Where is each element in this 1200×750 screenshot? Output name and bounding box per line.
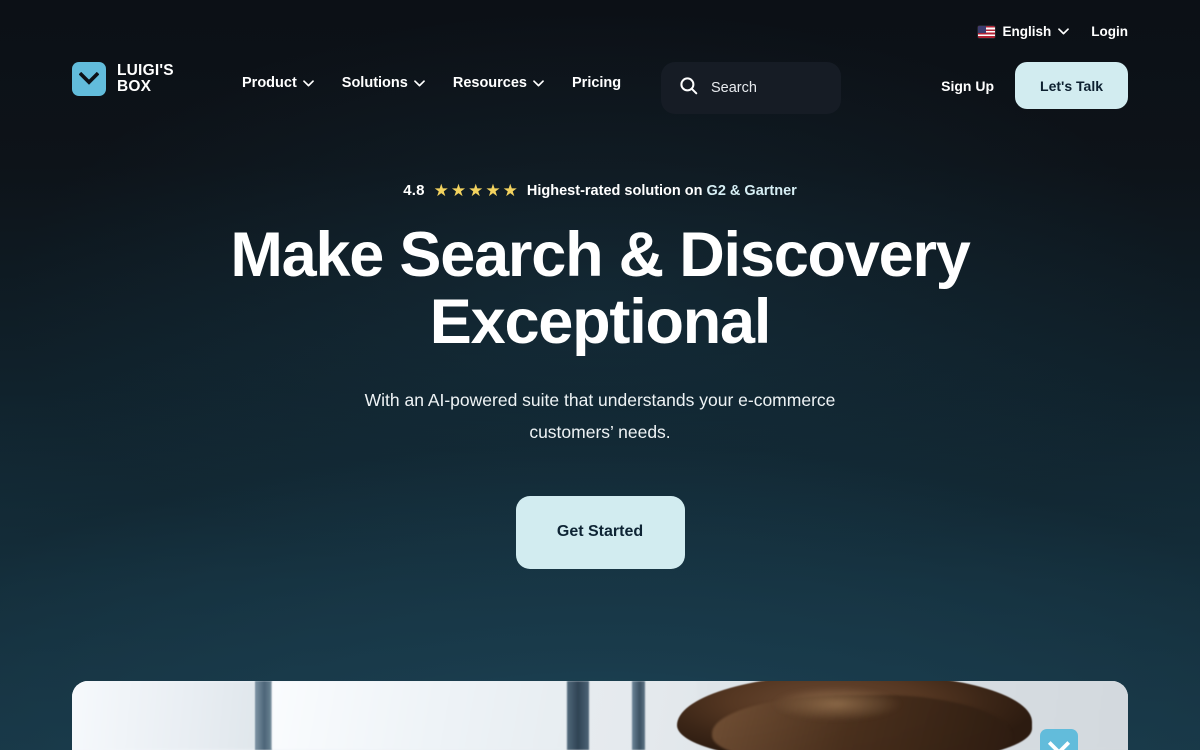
photo-window-left — [72, 681, 262, 750]
chevron-down-icon — [533, 79, 544, 87]
sign-up-link[interactable]: Sign Up — [937, 78, 998, 94]
rating-caption-prefix: Highest-rated solution on — [526, 182, 703, 199]
rating-score: 4.8 — [403, 182, 425, 199]
nav-item-solutions[interactable]: Solutions — [342, 75, 425, 91]
nav-item-product[interactable]: Product — [242, 75, 314, 91]
hero-photo — [72, 681, 1128, 750]
star-filled-icon: ★ — [485, 181, 501, 200]
brand-wordmark: LUIGI'S BOX — [117, 63, 174, 95]
hero-subheadline: With an AI-powered suite that understand… — [0, 385, 1200, 449]
chevron-down-logo-icon — [1040, 729, 1078, 750]
hero-section: 4.8 ★ ★ ★ ★ ★ Highest-rated solution on … — [0, 182, 1200, 569]
photo-window-frame — [632, 681, 645, 750]
login-link[interactable]: Login — [1091, 24, 1128, 39]
nav-item-resources[interactable]: Resources — [453, 75, 544, 91]
star-filled-icon: ★ — [502, 181, 518, 200]
headline-line-2: Exceptional — [429, 287, 772, 358]
subheadline-line-2: customers’ needs. — [529, 421, 671, 442]
hero-cta-container: Get Started — [0, 495, 1200, 569]
brand-logo[interactable]: LUIGI'S BOX — [72, 62, 174, 96]
page-title: Make Search & Discovery Exceptional — [0, 220, 1200, 358]
nav-actions: Sign Up Let's Talk — [937, 62, 1128, 109]
rating-stars: ★ ★ ★ ★ ★ — [434, 182, 518, 199]
star-filled-icon: ★ — [468, 181, 484, 200]
rating-caption: Highest-rated solution on G2 & Gartner — [527, 183, 797, 199]
nav-item-label: Resources — [452, 75, 527, 91]
chevron-down-icon — [413, 79, 425, 87]
star-filled-icon: ★ — [433, 181, 449, 200]
search-icon — [679, 76, 698, 100]
star-filled-icon: ★ — [450, 181, 467, 200]
chevron-down-icon — [302, 79, 314, 87]
photo-window-frame — [567, 681, 589, 750]
rating-badge: 4.8 ★ ★ ★ ★ ★ Highest-rated solution on … — [0, 182, 1200, 199]
lets-talk-button[interactable]: Let's Talk — [1015, 62, 1128, 109]
utility-bar: English Login — [978, 24, 1128, 39]
chevron-down-logo-icon — [72, 62, 106, 96]
photo-hair-highlight — [772, 687, 902, 721]
hero-page: English Login LUIGI'S BOX Product Soluti… — [0, 0, 1200, 750]
photo-window-frame — [255, 681, 272, 750]
us-flag-icon — [978, 25, 996, 38]
language-label: English — [1002, 24, 1052, 39]
nav-item-label: Product — [242, 75, 297, 91]
brand-line-1: LUIGI'S — [117, 62, 174, 80]
search-placeholder: Search — [711, 80, 757, 96]
nav-item-label: Solutions — [341, 75, 408, 91]
nav-item-label: Pricing — [572, 75, 622, 91]
brand-line-2: BOX — [117, 78, 152, 95]
hero-media[interactable] — [72, 681, 1128, 750]
main-navigation: LUIGI'S BOX Product Solutions Resources — [72, 62, 1128, 116]
search-input[interactable]: Search — [661, 62, 841, 114]
photo-window-center — [272, 681, 567, 750]
chevron-down-icon — [1058, 28, 1070, 35]
rating-caption-highlight: G2 & Gartner — [706, 182, 797, 199]
language-selector[interactable]: English — [978, 24, 1070, 39]
get-started-button[interactable]: Get Started — [515, 495, 685, 569]
nav-menu: Product Solutions Resources Pricing — [242, 75, 621, 91]
nav-item-pricing[interactable]: Pricing — [572, 75, 621, 91]
headline-line-1: Make Search & Discovery — [230, 220, 971, 290]
subheadline-line-1: With an AI-powered suite that understand… — [364, 389, 836, 410]
